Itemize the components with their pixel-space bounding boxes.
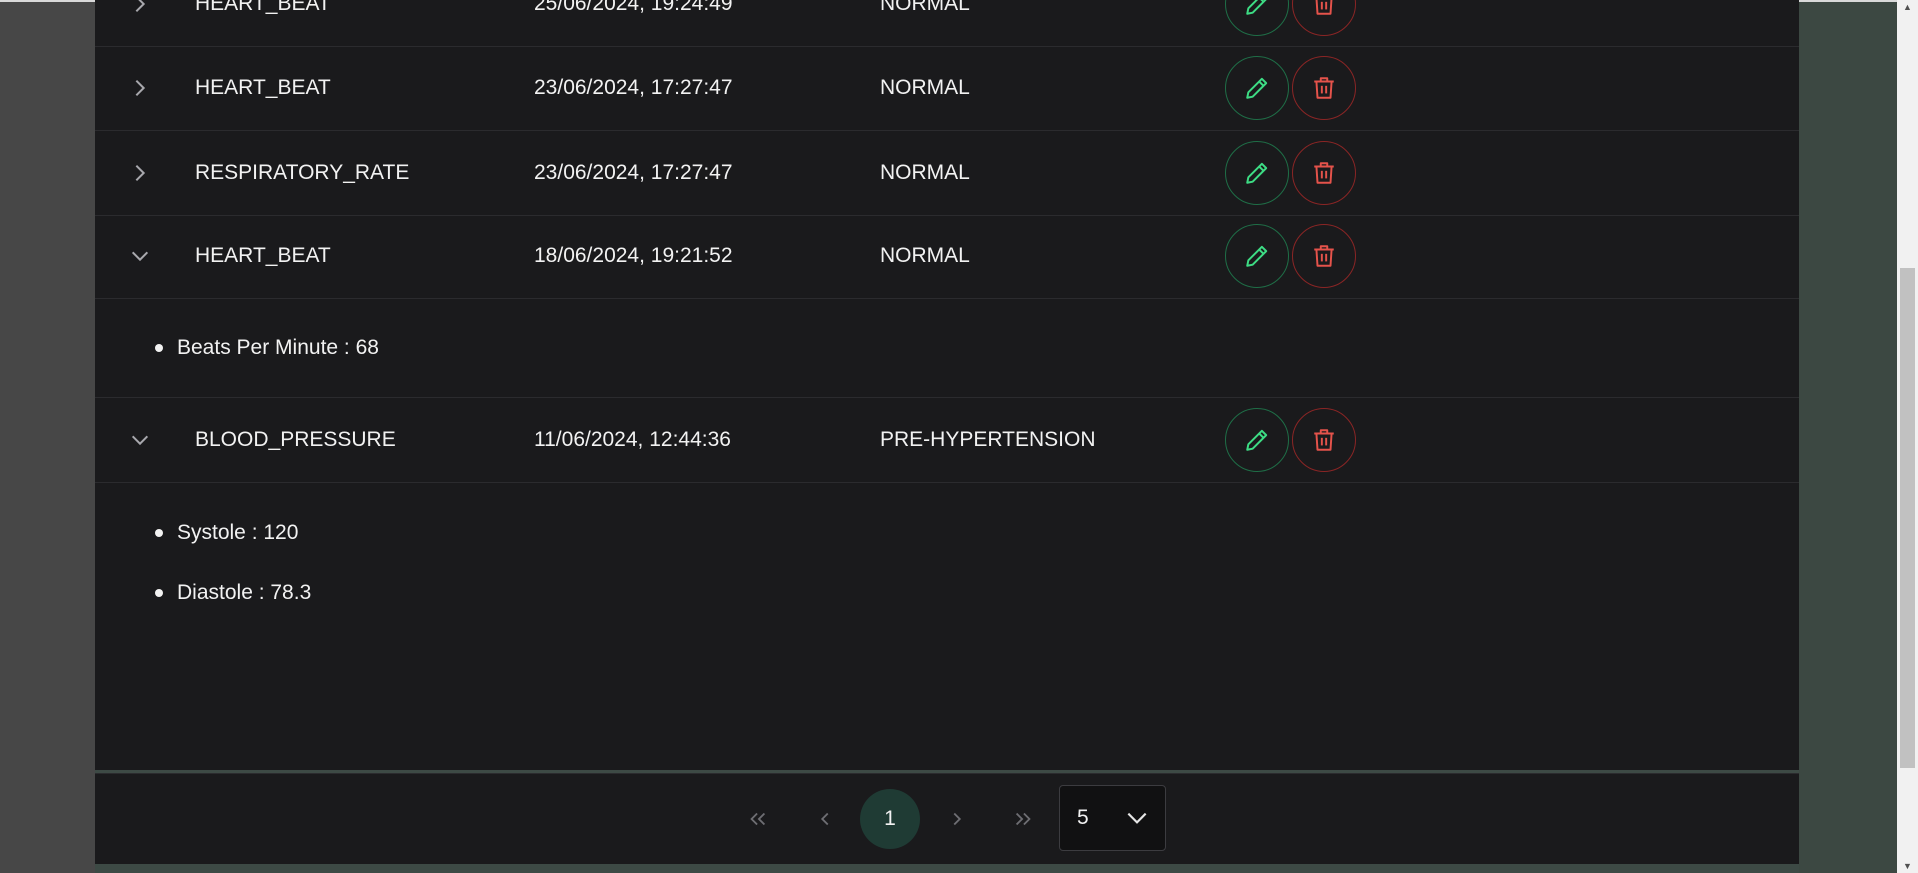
record-type: HEART_BEAT	[195, 0, 331, 15]
delete-button[interactable]	[1292, 56, 1356, 120]
scroll-down-arrow-icon[interactable]: ▼	[1897, 859, 1918, 873]
chevron-right-icon[interactable]	[125, 46, 155, 130]
detail-item: Beats Per Minute : 68	[155, 336, 379, 360]
page-left-background	[0, 0, 95, 873]
row-details: Beats Per Minute : 68	[95, 299, 1799, 398]
trash-icon	[1314, 245, 1334, 267]
table-row[interactable]: HEART_BEAT 25/06/2024, 19:24:49 NORMAL	[95, 0, 1799, 47]
edit-button[interactable]	[1225, 0, 1289, 36]
edit-button[interactable]	[1225, 56, 1289, 120]
chevron-down-icon[interactable]	[125, 398, 155, 482]
page-size-select[interactable]: 5	[1059, 785, 1166, 851]
pencil-icon	[1246, 245, 1268, 267]
pencil-icon	[1246, 162, 1268, 184]
detail-item: Systole : 120	[155, 521, 298, 545]
last-page-button[interactable]	[993, 789, 1053, 849]
record-status: NORMAL	[880, 0, 970, 15]
record-type: HEART_BEAT	[195, 244, 331, 267]
bullet	[155, 344, 163, 352]
row-details: Systole : 120 Diastole : 78.3	[95, 483, 1799, 770]
delete-button[interactable]	[1292, 408, 1356, 472]
chevron-left-icon	[820, 812, 829, 826]
first-page-button[interactable]	[728, 789, 788, 849]
detail-text: Diastole : 78.3	[177, 581, 312, 604]
pencil-icon	[1246, 77, 1268, 99]
pagination-bar: 1 5	[95, 773, 1799, 864]
trash-icon	[1314, 162, 1334, 184]
health-records-table: HEART_BEAT 25/06/2024, 19:24:49 NORMAL H…	[95, 0, 1799, 770]
table-row[interactable]: BLOOD_PRESSURE 11/06/2024, 12:44:36 PRE-…	[95, 398, 1799, 483]
double-chevron-left-icon	[750, 812, 766, 826]
edit-button[interactable]	[1225, 224, 1289, 288]
detail-text: Beats Per Minute : 68	[177, 336, 379, 359]
chevron-down-icon	[1127, 812, 1147, 824]
trash-icon	[1314, 77, 1334, 99]
bullet	[155, 589, 163, 597]
detail-item: Diastole : 78.3	[155, 581, 311, 605]
trash-icon	[1315, 0, 1333, 15]
record-date: 18/06/2024, 19:21:52	[534, 244, 733, 267]
record-date: 23/06/2024, 17:27:47	[534, 76, 733, 99]
record-date: 11/06/2024, 12:44:36	[534, 428, 731, 451]
current-page-button[interactable]: 1	[860, 789, 920, 849]
record-type: RESPIRATORY_RATE	[195, 161, 410, 184]
table-row[interactable]: RESPIRATORY_RATE 23/06/2024, 17:27:47 NO…	[95, 131, 1799, 216]
record-status: NORMAL	[880, 244, 970, 267]
delete-button[interactable]	[1292, 224, 1356, 288]
page-scrollbar[interactable]: ▲ ▼	[1897, 0, 1918, 873]
table-row[interactable]: HEART_BEAT 23/06/2024, 17:27:47 NORMAL	[95, 46, 1799, 131]
chevron-down-icon[interactable]	[125, 214, 155, 298]
record-date: 23/06/2024, 17:27:47	[534, 161, 733, 184]
record-status: NORMAL	[880, 76, 970, 99]
edit-button[interactable]	[1225, 408, 1289, 472]
bullet	[155, 529, 163, 537]
scrollbar-thumb[interactable]	[1900, 268, 1915, 768]
record-status: NORMAL	[880, 161, 970, 184]
record-status: PRE-HYPERTENSION	[880, 428, 1096, 451]
table-row[interactable]: HEART_BEAT 18/06/2024, 19:21:52 NORMAL	[95, 214, 1799, 299]
record-date: 25/06/2024, 19:24:49	[534, 0, 733, 15]
next-page-button[interactable]	[927, 789, 987, 849]
record-type: HEART_BEAT	[195, 76, 331, 99]
chevron-right-icon[interactable]	[125, 0, 155, 46]
edit-button[interactable]	[1225, 141, 1289, 205]
page-right-background	[1799, 0, 1897, 873]
detail-text: Systole : 120	[177, 521, 299, 544]
delete-button[interactable]	[1292, 0, 1356, 36]
pencil-icon	[1246, 0, 1267, 15]
pencil-icon	[1246, 429, 1268, 451]
delete-button[interactable]	[1292, 141, 1356, 205]
trash-icon	[1314, 429, 1334, 451]
previous-page-button[interactable]	[795, 789, 855, 849]
double-chevron-right-icon	[1015, 812, 1031, 826]
record-type: BLOOD_PRESSURE	[195, 428, 396, 451]
chevron-right-icon[interactable]	[125, 131, 155, 215]
page-size-value: 5	[1077, 806, 1089, 829]
chevron-right-icon	[953, 812, 962, 826]
scroll-up-arrow-icon[interactable]: ▲	[1897, 0, 1918, 14]
